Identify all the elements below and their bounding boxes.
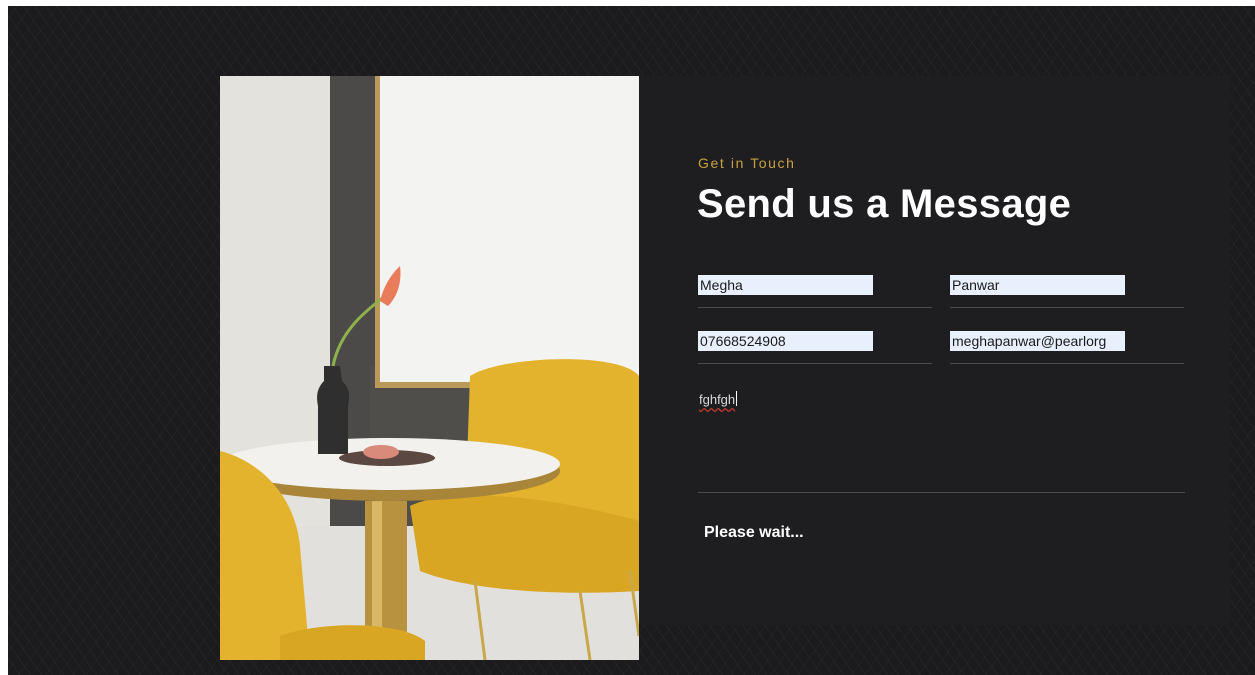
first-name-field (698, 275, 932, 308)
message-value: fghfgh (699, 392, 736, 407)
email-field (950, 331, 1184, 364)
contact-form-panel: Get in Touch Send us a Message fghfgh Pl… (639, 76, 1230, 625)
last-name-field (950, 275, 1184, 308)
first-name-input[interactable] (698, 275, 873, 295)
phone-field (698, 331, 932, 364)
page-background: Get in Touch Send us a Message fghfgh Pl… (8, 6, 1255, 675)
last-name-input[interactable] (950, 275, 1125, 295)
submit-status: Please wait... (704, 524, 804, 541)
interior-photo (220, 76, 639, 660)
email-input[interactable] (950, 331, 1125, 351)
message-text: fghfgh (699, 391, 738, 407)
message-textarea[interactable]: fghfgh (698, 384, 1185, 493)
phone-input[interactable] (698, 331, 873, 351)
form-heading: Send us a Message (697, 182, 1072, 226)
text-caret (736, 391, 738, 406)
form-eyebrow: Get in Touch (698, 155, 796, 171)
